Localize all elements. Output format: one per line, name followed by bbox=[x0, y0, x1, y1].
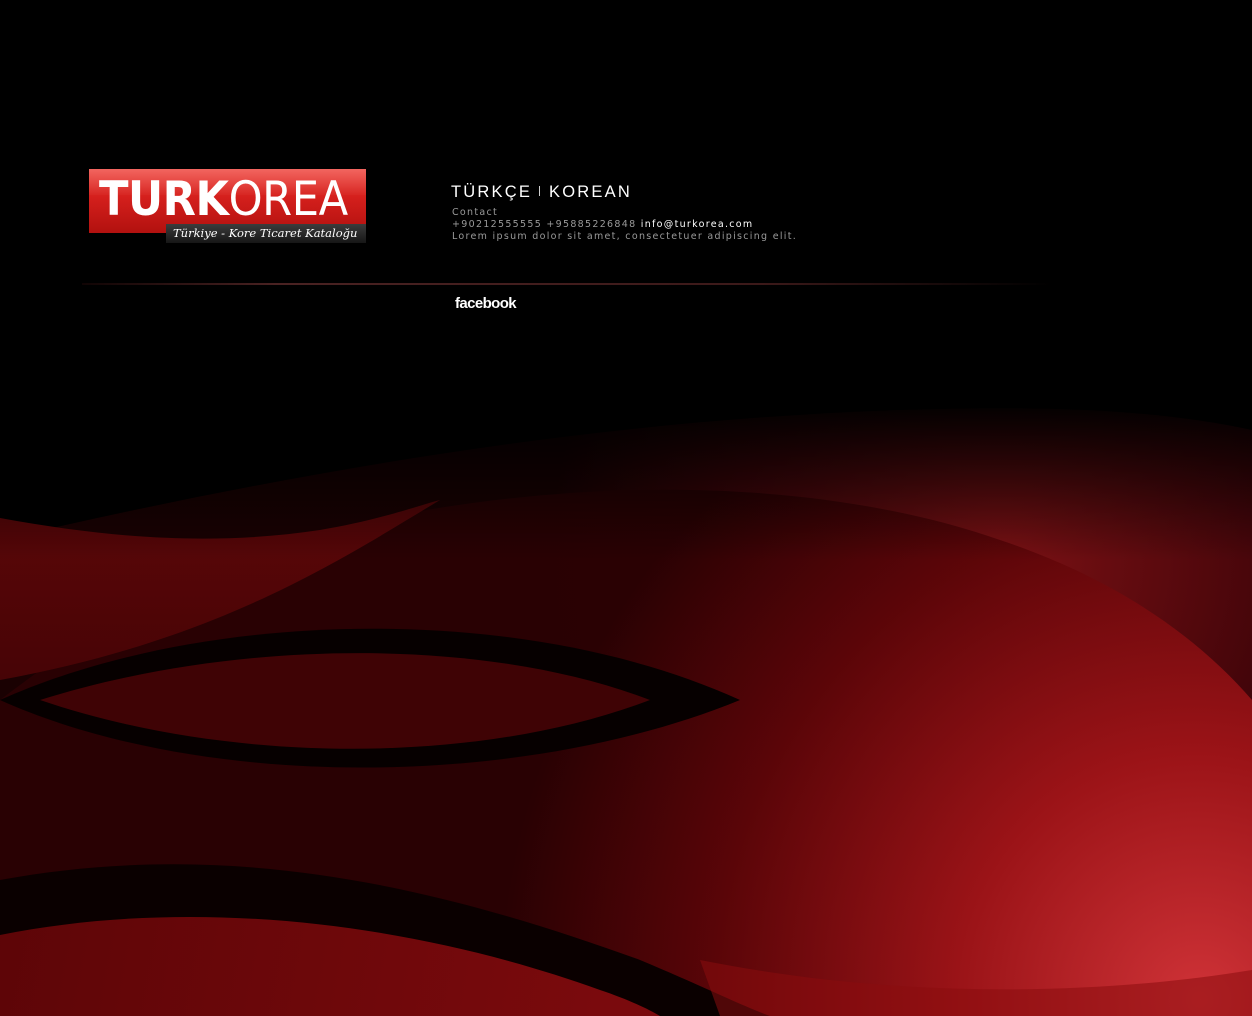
contact-label: Contact bbox=[452, 207, 499, 218]
contact-info: Contact +90212555555 +95885226848 info@t… bbox=[452, 207, 797, 243]
language-korean-link[interactable]: KOREAN bbox=[549, 183, 632, 201]
contact-email-link[interactable]: info@turkorea.com bbox=[641, 219, 754, 230]
page: TURKOREA Türkiye - Kore Ticaret Kataloğu… bbox=[0, 0, 1252, 1016]
contact-phones: +90212555555 +95885226848 bbox=[452, 219, 637, 230]
language-nav: TÜRKÇE KOREAN bbox=[451, 182, 632, 202]
language-separator bbox=[539, 186, 541, 196]
header-divider bbox=[82, 283, 1052, 285]
contact-description: Lorem ipsum dolor sit amet, consectetuer… bbox=[452, 231, 798, 242]
logo-wordmark: TURKOREA bbox=[99, 172, 348, 227]
logo-tagline: Türkiye - Kore Ticaret Kataloğu bbox=[166, 224, 366, 243]
red-wave-background bbox=[0, 380, 1252, 1016]
facebook-link[interactable]: facebook bbox=[455, 295, 517, 313]
contact-line: +90212555555 +95885226848 info@turkorea.… bbox=[452, 219, 797, 231]
turkorea-logo[interactable]: TURKOREA Türkiye - Kore Ticaret Kataloğu bbox=[89, 169, 366, 243]
language-turkish-link[interactable]: TÜRKÇE bbox=[451, 183, 532, 201]
